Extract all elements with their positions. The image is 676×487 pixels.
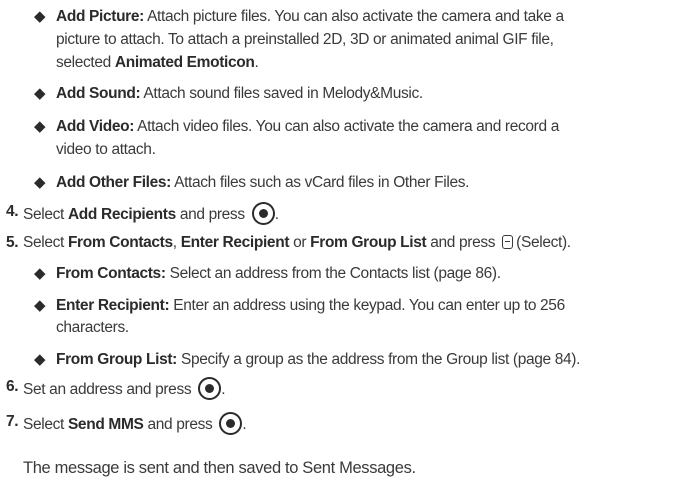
step-7-pre: Select	[23, 416, 68, 433]
enter-recipient-term: Enter Recipient	[180, 234, 290, 251]
add-picture-line1: Add Picture: Attach picture files. You c…	[56, 7, 564, 27]
from-contacts-line: From Contacts: Select an address from th…	[56, 264, 501, 284]
from-contacts-sub-term: From Contacts:	[56, 265, 166, 282]
add-picture-line3-suffix: .	[254, 54, 259, 71]
final-note: The message is sent and then saved to Se…	[23, 459, 416, 477]
step-number: 5.	[6, 234, 19, 251]
add-other-files-term: Add Other Files:	[56, 174, 171, 191]
center-select-key-icon	[251, 202, 275, 225]
step-5-post: and press	[426, 234, 500, 251]
enter-recipient-line2: characters.	[56, 319, 129, 336]
enter-recipient-sub-term: Enter Recipient:	[56, 297, 170, 314]
add-video-text-line1: Attach video files. You can also activat…	[137, 118, 559, 135]
center-select-key-icon	[198, 377, 222, 400]
add-other-files-line: Add Other Files: Attach files such as vC…	[56, 173, 469, 193]
from-group-list-term: From Group List	[310, 234, 427, 251]
from-group-list-sub-term: From Group List:	[56, 351, 177, 368]
bullet-diamond: ◆	[34, 351, 46, 368]
step-5-text: Select From Contacts, Enter Recipient or…	[23, 233, 571, 253]
bullet-diamond: ◆	[34, 297, 46, 314]
add-picture-line3-prefix: selected	[56, 54, 115, 71]
step-5-sep2: or	[289, 234, 311, 251]
step-6-period: .	[221, 381, 226, 398]
step-4-pre: Select	[23, 206, 68, 223]
enter-recipient-text-line1: Enter an address using the keypad. You c…	[173, 297, 565, 314]
step-7-post: and press	[143, 416, 217, 433]
step-4-post: and press	[175, 206, 249, 223]
step-5-sep1: ,	[172, 234, 181, 251]
from-group-list-line: From Group List: Specify a group as the …	[56, 350, 580, 370]
step-4-text: Select Add Recipients and press .	[23, 202, 279, 225]
add-sound-term: Add Sound:	[56, 85, 141, 102]
bullet-diamond: ◆	[34, 8, 46, 25]
left-softkey-icon	[502, 235, 514, 249]
step-4-period: .	[274, 206, 279, 223]
step-5-suffix: (Select).	[516, 234, 571, 251]
step-7-period: .	[242, 416, 247, 433]
add-picture-line3: selected Animated Emoticon.	[56, 53, 259, 73]
bullet-diamond: ◆	[34, 265, 46, 282]
from-contacts-term: From Contacts	[67, 234, 173, 251]
step-number: 4.	[6, 203, 19, 220]
bullet-diamond: ◆	[34, 85, 46, 102]
manual-page: ◆ Add Picture: Attach picture files. You…	[0, 0, 676, 487]
step-6-text: Set an address and press .	[23, 377, 226, 400]
add-video-term: Add Video:	[56, 118, 135, 135]
from-group-list-text: Specify a group as the address from the …	[180, 351, 581, 368]
add-picture-line2: picture to attach. To attach a preinstal…	[56, 31, 554, 48]
step-number: 7.	[6, 413, 19, 430]
step-number: 6.	[6, 378, 19, 395]
step-7-text: Select Send MMS and press .	[23, 412, 247, 435]
step-5-pre: Select	[23, 234, 68, 251]
step-6-body: Set an address and press	[23, 381, 196, 398]
add-picture-text-line1: Attach picture files. You can also activ…	[147, 8, 564, 25]
add-other-files-text: Attach files such as vCard files in Othe…	[174, 174, 470, 191]
add-video-line2: video to attach.	[56, 141, 156, 158]
add-recipients-term: Add Recipients	[67, 206, 176, 223]
bullet-diamond: ◆	[34, 174, 46, 191]
add-video-line1: Add Video: Attach video files. You can a…	[56, 117, 559, 137]
bullet-diamond: ◆	[34, 118, 46, 135]
add-picture-term: Add Picture:	[56, 8, 144, 25]
center-select-key-icon	[219, 412, 243, 435]
add-sound-text: Attach sound files saved in Melody&Music…	[143, 85, 423, 102]
add-sound-line: Add Sound: Attach sound files saved in M…	[56, 84, 423, 104]
send-mms-term: Send MMS	[67, 416, 144, 433]
animated-emoticon-term: Animated Emoticon	[114, 54, 255, 71]
from-contacts-text: Select an address from the Contacts list…	[169, 265, 501, 282]
enter-recipient-line1: Enter Recipient: Enter an address using …	[56, 296, 565, 316]
